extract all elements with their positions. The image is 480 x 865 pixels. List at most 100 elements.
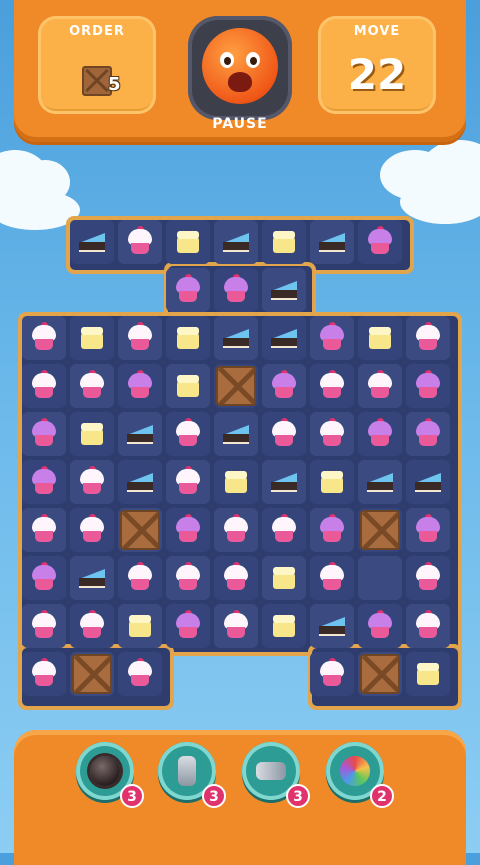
- order-label: ORDER: [69, 24, 125, 39]
- wooden-crate-icon: [360, 654, 400, 694]
- color-ball-booster[interactable]: 2: [326, 742, 394, 808]
- board-cell[interactable]: [70, 556, 114, 600]
- board-cell[interactable]: [358, 556, 402, 600]
- pink-cupcake-icon: [128, 562, 152, 591]
- board-cell[interactable]: [406, 412, 450, 456]
- pink-cupcake-icon: [416, 322, 440, 351]
- pink-cupcake-icon: [128, 658, 152, 687]
- board-cell[interactable]: [214, 412, 258, 456]
- board-cell[interactable]: [310, 412, 354, 456]
- board-cell[interactable]: [358, 364, 402, 408]
- board-cell[interactable]: [262, 412, 306, 456]
- board-cell[interactable]: [22, 652, 66, 696]
- board-cell[interactable]: [406, 604, 450, 648]
- move-panel: MOVE 22: [318, 16, 436, 114]
- board-cell[interactable]: [166, 604, 210, 648]
- blue-slice-icon: [223, 329, 249, 348]
- board-cell[interactable]: [22, 556, 66, 600]
- board-cell[interactable]: [70, 412, 114, 456]
- board-cell[interactable]: [22, 604, 66, 648]
- purple-cupcake-icon: [272, 370, 296, 399]
- board-cell[interactable]: [118, 556, 162, 600]
- board-cell[interactable]: [214, 604, 258, 648]
- board-cell[interactable]: [70, 652, 114, 696]
- board-cell[interactable]: [310, 460, 354, 504]
- board-cell[interactable]: [358, 652, 402, 696]
- board-cell[interactable]: [310, 604, 354, 648]
- board-cell[interactable]: [310, 508, 354, 552]
- board-cell[interactable]: [166, 316, 210, 360]
- yellow-cake-icon: [177, 375, 199, 397]
- board-cell[interactable]: [406, 364, 450, 408]
- board-cell[interactable]: [262, 316, 306, 360]
- board-cell[interactable]: [118, 364, 162, 408]
- board-cell[interactable]: [406, 556, 450, 600]
- pause-button[interactable]: [188, 16, 292, 120]
- board-cell[interactable]: [262, 460, 306, 504]
- board-cell[interactable]: [166, 364, 210, 408]
- board-cell[interactable]: [118, 508, 162, 552]
- board-cell[interactable]: [166, 556, 210, 600]
- board-cell[interactable]: [22, 508, 66, 552]
- board-cell[interactable]: [214, 268, 258, 312]
- board-cell[interactable]: [310, 220, 354, 264]
- board-cell[interactable]: [118, 220, 162, 264]
- pink-cupcake-icon: [224, 610, 248, 639]
- board-cell[interactable]: [310, 316, 354, 360]
- board-cell[interactable]: [406, 316, 450, 360]
- board-cell[interactable]: [214, 220, 258, 264]
- board-cell[interactable]: [70, 316, 114, 360]
- board-cell[interactable]: [358, 220, 402, 264]
- spiked-bomb-icon: [90, 756, 120, 786]
- board-cell[interactable]: [166, 460, 210, 504]
- board-cell[interactable]: [214, 316, 258, 360]
- board-cell[interactable]: [118, 652, 162, 696]
- board-cell[interactable]: [214, 460, 258, 504]
- board-cell[interactable]: [406, 460, 450, 504]
- board-cell[interactable]: [358, 460, 402, 504]
- board-cell[interactable]: [262, 364, 306, 408]
- board-cell[interactable]: [70, 508, 114, 552]
- horizontal-rocket-booster[interactable]: 3: [242, 742, 310, 808]
- board-cell[interactable]: [166, 412, 210, 456]
- board-cell[interactable]: [166, 268, 210, 312]
- board-cell[interactable]: [262, 604, 306, 648]
- blue-slice-icon: [271, 329, 297, 348]
- board-cell[interactable]: [22, 364, 66, 408]
- board-cell[interactable]: [262, 508, 306, 552]
- board-cell[interactable]: [118, 412, 162, 456]
- board-cell[interactable]: [214, 508, 258, 552]
- board-cell[interactable]: [310, 364, 354, 408]
- board-cell[interactable]: [214, 556, 258, 600]
- board-cell[interactable]: [166, 220, 210, 264]
- board-cell[interactable]: [118, 460, 162, 504]
- vertical-rocket-booster[interactable]: 3: [158, 742, 226, 808]
- board-cell[interactable]: [406, 652, 450, 696]
- board-cell[interactable]: [262, 220, 306, 264]
- board-cell[interactable]: [358, 412, 402, 456]
- board-cell[interactable]: [118, 604, 162, 648]
- pink-cupcake-icon: [80, 370, 104, 399]
- board-cell[interactable]: [310, 652, 354, 696]
- board-cell[interactable]: [166, 508, 210, 552]
- board-cell[interactable]: [310, 556, 354, 600]
- board-cell[interactable]: [22, 460, 66, 504]
- board-cell[interactable]: [70, 460, 114, 504]
- board-cell[interactable]: [262, 556, 306, 600]
- board-cell[interactable]: [358, 604, 402, 648]
- board-cell[interactable]: [358, 508, 402, 552]
- board-cell[interactable]: [70, 604, 114, 648]
- purple-cupcake-icon: [368, 418, 392, 447]
- board-cell[interactable]: [262, 268, 306, 312]
- purple-cupcake-icon: [224, 274, 248, 303]
- board-cell[interactable]: [118, 316, 162, 360]
- board-cell[interactable]: [214, 364, 258, 408]
- board-cell[interactable]: [70, 220, 114, 264]
- board-cell[interactable]: [70, 364, 114, 408]
- board-cell[interactable]: [22, 316, 66, 360]
- purple-cupcake-icon: [320, 322, 344, 351]
- board-cell[interactable]: [406, 508, 450, 552]
- board-cell[interactable]: [22, 412, 66, 456]
- bomb-booster[interactable]: 3: [76, 742, 144, 808]
- board-cell[interactable]: [358, 316, 402, 360]
